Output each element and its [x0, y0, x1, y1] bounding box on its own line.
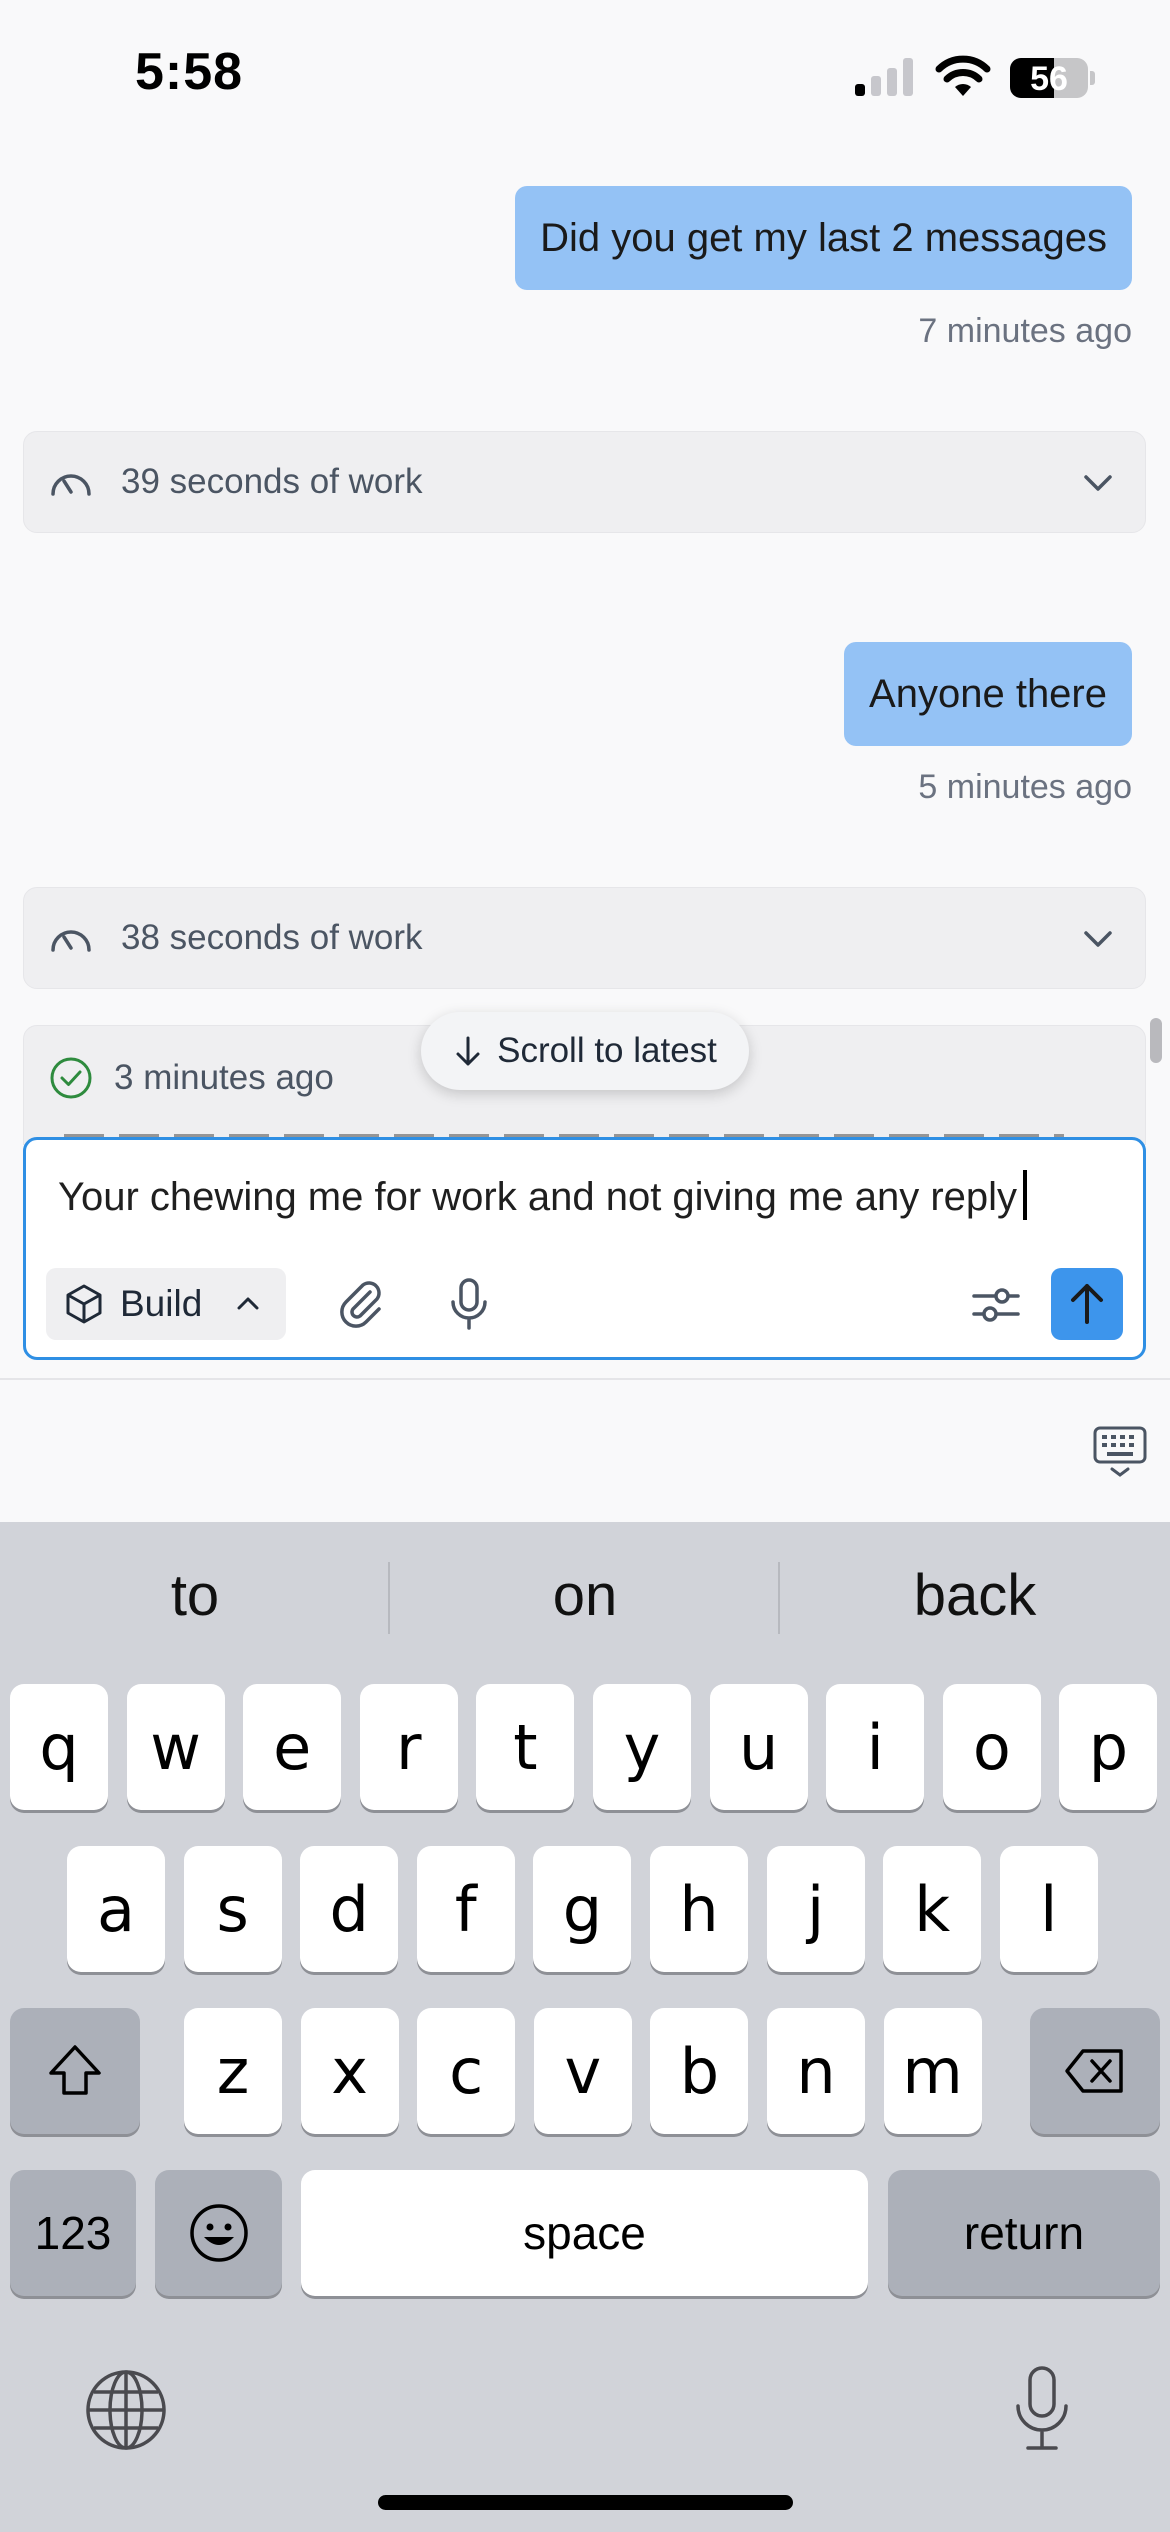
key-b[interactable]: b — [650, 2008, 749, 2134]
emoji-icon — [189, 2204, 248, 2262]
home-indicator[interactable] — [378, 2495, 793, 2510]
keyboard: to on back qwertyuiop asdfghjkl zxcvbnm … — [0, 1522, 1170, 2532]
key-n[interactable]: n — [767, 2008, 865, 2134]
key-u[interactable]: u — [709, 1684, 808, 1810]
arrow-up-icon — [1071, 1284, 1103, 1324]
key-p[interactable]: p — [1059, 1684, 1158, 1810]
key-g[interactable]: g — [533, 1846, 632, 1972]
return-key[interactable]: return — [888, 2170, 1160, 2296]
key-c[interactable]: c — [417, 2008, 516, 2134]
suggestion-item[interactable]: back — [780, 1562, 1170, 1629]
key-r[interactable]: r — [359, 1684, 458, 1810]
backspace-icon — [1065, 2049, 1123, 2093]
battery-percentage: 56 — [1030, 60, 1068, 98]
work-summary-label: 39 seconds of work — [121, 462, 423, 501]
key-a[interactable]: a — [67, 1846, 165, 1972]
key-d[interactable]: d — [300, 1846, 399, 1972]
dictation-microphone-icon[interactable] — [1006, 2364, 1078, 2454]
key-y[interactable]: y — [593, 1684, 691, 1810]
response-timestamp: 3 minutes ago — [114, 1058, 334, 1097]
chevron-up-icon — [237, 1297, 259, 1310]
mode-selector-button[interactable]: Build — [46, 1268, 286, 1340]
scrollbar-thumb[interactable] — [1150, 1018, 1162, 1063]
text-cursor — [1023, 1170, 1028, 1220]
work-summary-collapsible[interactable]: 39 seconds of work — [23, 431, 1146, 533]
settings-sliders-icon[interactable] — [966, 1274, 1026, 1334]
scroll-to-latest-label: Scroll to latest — [497, 1031, 717, 1070]
key-m[interactable]: m — [883, 2008, 982, 2134]
key-e[interactable]: e — [243, 1684, 342, 1810]
arrow-down-icon — [456, 1036, 480, 1066]
key-k[interactable]: k — [883, 1846, 982, 1972]
chevron-down-icon — [1084, 475, 1112, 491]
shift-key[interactable] — [10, 2008, 140, 2134]
divider — [0, 1378, 1170, 1380]
microphone-icon[interactable] — [439, 1274, 499, 1334]
suggestion-item[interactable]: on — [390, 1562, 780, 1629]
message-input-text: Your chewing me for work and not giving … — [58, 1175, 1018, 1219]
gauge-icon — [51, 474, 91, 496]
message-input[interactable]: Your chewing me for work and not giving … — [58, 1170, 1028, 1220]
key-z[interactable]: z — [184, 2008, 282, 2134]
user-message-bubble[interactable]: Did you get my last 2 messages — [515, 186, 1132, 290]
keyboard-dismiss-icon[interactable] — [1092, 1424, 1148, 1480]
mode-label: Build — [120, 1283, 203, 1324]
backspace-key[interactable] — [1030, 2008, 1160, 2134]
suggestion-item[interactable]: to — [0, 1562, 390, 1629]
send-button[interactable] — [1051, 1268, 1123, 1340]
battery-icon: 56 — [1010, 58, 1095, 98]
numbers-key[interactable]: 123 — [10, 2170, 136, 2296]
attach-icon[interactable] — [332, 1274, 392, 1334]
key-f[interactable]: f — [416, 1846, 515, 1972]
message-composer[interactable]: Your chewing me for work and not giving … — [23, 1137, 1146, 1360]
key-x[interactable]: x — [300, 2008, 399, 2134]
shift-icon — [49, 2045, 101, 2095]
chevron-down-icon — [1084, 931, 1112, 947]
scroll-to-latest-button[interactable]: Scroll to latest — [421, 1012, 749, 1090]
key-o[interactable]: o — [942, 1684, 1041, 1810]
key-i[interactable]: i — [826, 1684, 925, 1810]
work-summary-label: 38 seconds of work — [121, 918, 423, 957]
cellular-signal-icon — [855, 58, 915, 96]
globe-icon[interactable] — [84, 2368, 168, 2452]
gauge-icon — [51, 930, 91, 952]
space-key[interactable]: space — [301, 2170, 868, 2296]
key-q[interactable]: q — [10, 1684, 108, 1810]
key-v[interactable]: v — [533, 2008, 632, 2134]
message-timestamp: 5 minutes ago — [918, 768, 1132, 806]
key-l[interactable]: l — [999, 1846, 1098, 1972]
key-w[interactable]: w — [126, 1684, 225, 1810]
emoji-key[interactable] — [155, 2170, 282, 2296]
check-circle-icon — [50, 1057, 92, 1099]
key-j[interactable]: j — [766, 1846, 865, 1972]
message-timestamp: 7 minutes ago — [918, 312, 1132, 350]
key-h[interactable]: h — [650, 1846, 748, 1972]
user-message-bubble[interactable]: Anyone there — [844, 642, 1132, 746]
cube-icon — [66, 1284, 102, 1324]
key-t[interactable]: t — [476, 1684, 575, 1810]
status-time: 5:58 — [135, 43, 244, 101]
work-summary-collapsible[interactable]: 38 seconds of work — [23, 887, 1146, 989]
key-s[interactable]: s — [183, 1846, 282, 1972]
wifi-icon — [935, 55, 991, 96]
